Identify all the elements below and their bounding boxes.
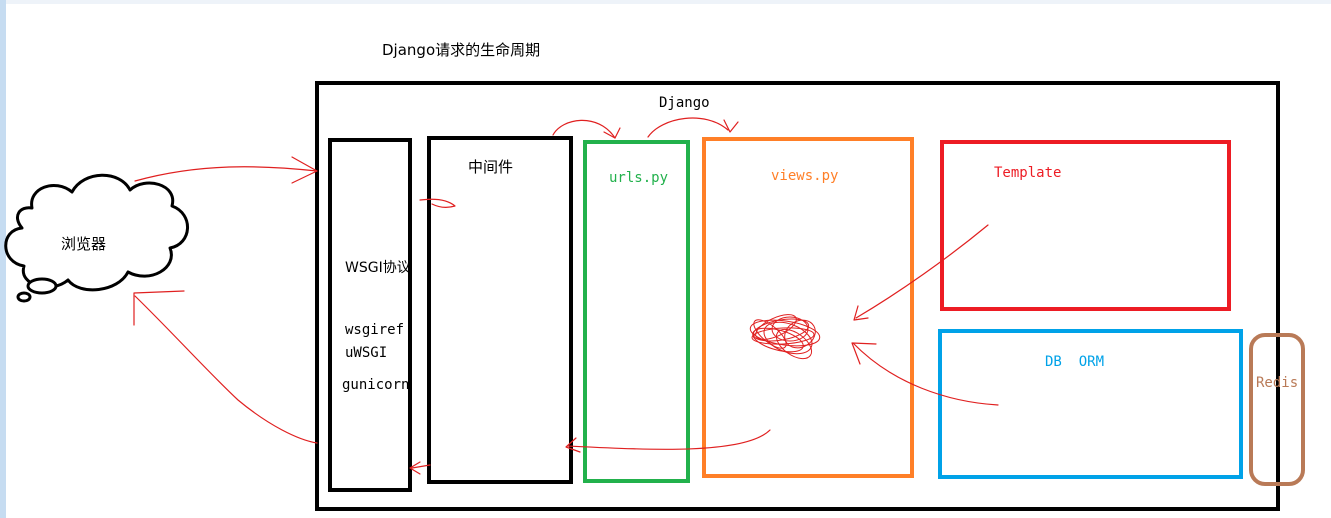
request-arrow [134,166,318,182]
response-to-browser-arrow [134,295,318,444]
db-to-views-arrow [852,342,999,406]
template-to-views-arrow [855,224,989,319]
browser-label: 浏览器 [61,235,107,253]
urls-to-views-arrow [647,117,729,138]
views-response-arrow [567,429,771,450]
wsgi-to-middleware-arrow [419,198,456,208]
middleware-to-urls-arrow [552,119,616,139]
diagram-overlay [4,117,999,475]
view-scribble-icon [749,314,821,360]
